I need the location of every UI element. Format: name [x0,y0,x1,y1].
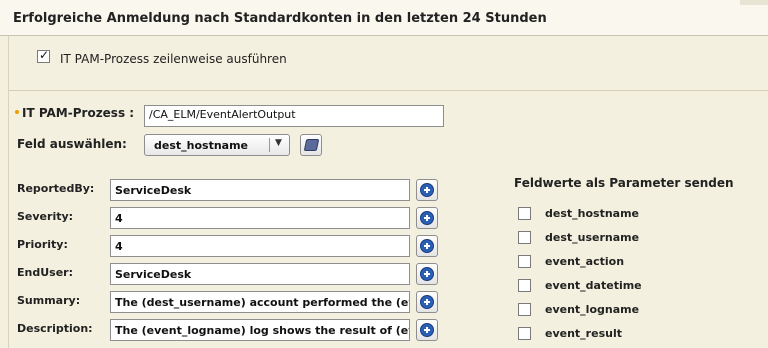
process-label: IT PAM-Prozess : [22,106,135,120]
plus-icon [420,267,434,281]
send-field-label-event-logname: event_logname [545,303,640,316]
field-insert-button[interactable] [300,134,322,156]
send-field-checkbox-event-action[interactable] [518,255,531,268]
send-field-label-dest-hostname: dest_hostname [545,207,640,220]
param-value-severity: 4 [115,212,123,225]
param-value-reportedby: ServiceDesk [115,184,192,197]
send-field-checkbox-dest-hostname[interactable] [518,207,531,220]
add-field-button-description[interactable] [416,319,438,341]
param-label-severity: Severity: [17,210,74,223]
row-mode-label: IT PAM-Prozess zeilenweise ausführen [60,52,287,66]
add-field-button-enduser[interactable] [416,263,438,285]
param-input-summary[interactable]: The (dest_username) account performed th… [110,291,410,313]
param-label-priority: Priority: [17,238,68,251]
send-field-checkbox-event-datetime[interactable] [518,279,531,292]
param-input-reportedby[interactable]: ServiceDesk [110,179,410,201]
param-value-priority: 4 [115,240,123,253]
param-label-enduser: EndUser: [17,266,73,279]
field-select-label: Feld auswählen: [17,137,127,151]
plus-icon [420,295,434,309]
process-input-value: /CA_ELM/EventAlertOutput [149,108,296,121]
add-field-button-summary[interactable] [416,291,438,313]
param-input-severity[interactable]: 4 [110,207,410,229]
field-select-dropdown[interactable]: dest_hostname ▼ [144,134,290,156]
param-label-description: Description: [17,322,93,335]
required-indicator-icon [15,110,19,114]
send-field-label-dest-username: dest_username [545,231,640,244]
window-title: Erfolgreiche Anmeldung nach Standardkont… [13,11,547,26]
send-field-label-event-datetime: event_datetime [545,279,642,292]
window-titlebar: Erfolgreiche Anmeldung nach Standardkont… [0,0,768,36]
row-mode-checkbox[interactable] [37,48,50,63]
add-field-button-priority[interactable] [416,235,438,257]
param-label-summary: Summary: [17,294,81,307]
chevron-down-icon: ▼ [275,138,282,148]
plus-icon [420,323,434,337]
param-input-description[interactable]: The (event_logname) log shows the result… [110,319,410,341]
param-input-enduser[interactable]: ServiceDesk [110,263,410,285]
field-select-value: dest_hostname [154,139,249,152]
send-field-label-event-action: event_action [545,255,625,268]
send-field-label-event-result: event_result [545,327,622,340]
add-field-button-reportedby[interactable] [416,179,438,201]
plus-icon [420,183,434,197]
dropdown-divider [269,138,270,152]
titlebar-edge [740,0,768,5]
send-field-checkbox-event-result[interactable] [518,327,531,340]
book-icon [303,139,320,151]
param-value-summary: The (dest_username) account performed th… [115,296,410,309]
send-field-checkbox-event-logname[interactable] [518,303,531,316]
param-value-description: The (event_logname) log shows the result… [115,324,410,337]
plus-icon [420,211,434,225]
param-input-priority[interactable]: 4 [110,235,410,257]
param-label-reportedby: ReportedBy: [17,182,95,195]
panel-left-border [8,36,9,348]
send-field-checkbox-dest-username[interactable] [518,231,531,244]
param-value-enduser: ServiceDesk [115,268,192,281]
process-input[interactable]: /CA_ELM/EventAlertOutput [144,105,444,127]
plus-icon [420,239,434,253]
send-fields-title: Feldwerte als Parameter senden [514,176,734,190]
add-field-button-severity[interactable] [416,207,438,229]
section-divider [9,90,768,91]
